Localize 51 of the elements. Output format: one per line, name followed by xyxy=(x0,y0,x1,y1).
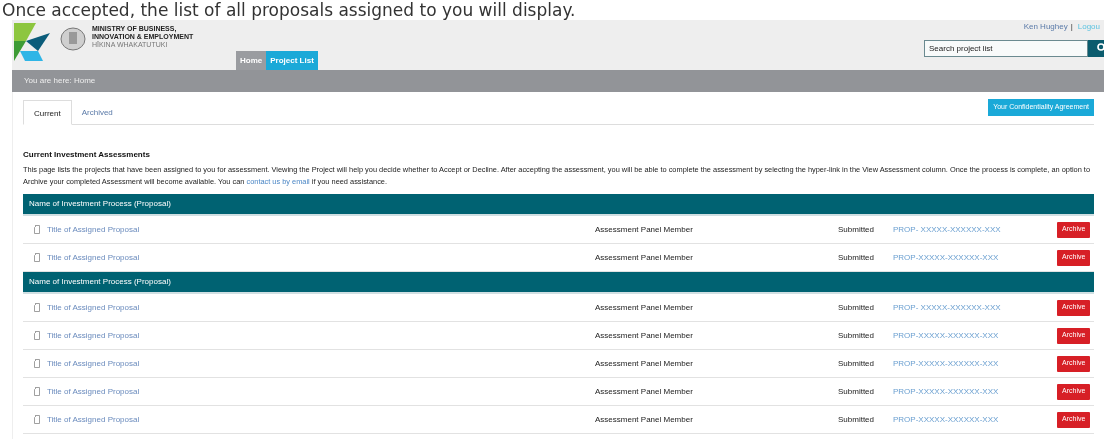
group-header: Name of Investment Process (Proposal) xyxy=(23,272,1094,294)
content-tab[interactable]: Archived xyxy=(71,100,123,125)
proposal-link[interactable]: Title of Assigned Proposal xyxy=(23,357,595,370)
document-icon xyxy=(33,303,41,312)
breadcrumb-bar: You are here: Home xyxy=(12,70,1104,92)
document-icon xyxy=(33,359,41,368)
search-button[interactable] xyxy=(1088,40,1104,57)
role-text: Assessment Panel Member xyxy=(595,385,694,398)
document-icon xyxy=(33,253,41,262)
role-text: Assessment Panel Member xyxy=(595,413,694,426)
role-text: Assessment Panel Member xyxy=(595,357,694,370)
document-icon xyxy=(33,225,41,234)
proposal-link[interactable]: Title of Assigned Proposal xyxy=(23,413,595,426)
nav-tab[interactable]: Home xyxy=(236,51,267,71)
reference-link[interactable]: PROP-XXXXX-XXXXXX-XXX xyxy=(893,329,1057,342)
reference-link[interactable]: PROP-XXXXX-XXXXXX-XXX xyxy=(893,251,1057,264)
content-tab[interactable]: Current xyxy=(23,100,72,125)
document-icon xyxy=(33,387,41,396)
search-icon xyxy=(1095,43,1104,53)
logo-icon xyxy=(14,23,52,61)
separator-text: | xyxy=(1070,21,1073,33)
proposal-link[interactable]: Title of Assigned Proposal xyxy=(23,301,595,314)
section-title: Current Investment Assessments xyxy=(23,149,151,161)
role-text: Assessment Panel Member xyxy=(595,301,694,314)
proposal-link[interactable]: Title of Assigned Proposal xyxy=(23,385,595,398)
status-text: Submitted xyxy=(838,357,876,370)
status-text: Submitted xyxy=(838,301,876,314)
status-text: Submitted xyxy=(838,223,876,236)
status-text: Submitted xyxy=(838,413,876,426)
reference-link[interactable]: PROP-XXXXX-XXXXXX-XXX xyxy=(893,385,1057,398)
caption-text: Once accepted, the list of all proposals assigned to you will display. xyxy=(1,0,577,20)
document-icon xyxy=(33,415,41,424)
proposal-link[interactable]: Title of Assigned Proposal xyxy=(23,223,595,236)
role-text: Assessment Panel Member xyxy=(595,251,694,264)
status-text: Submitted xyxy=(838,329,876,342)
nav-tab[interactable]: Project List xyxy=(266,51,318,71)
role-text: Assessment Panel Member xyxy=(595,329,694,342)
status-text: Submitted xyxy=(838,385,876,398)
group-header: Name of Investment Process (Proposal) xyxy=(23,194,1094,216)
search-field[interactable]: Search project list xyxy=(924,40,1088,57)
document-icon xyxy=(33,331,41,340)
status-text: Submitted xyxy=(838,251,876,264)
role-text: Assessment Panel Member xyxy=(595,223,694,236)
reference-link[interactable]: PROP-XXXXX-XXXXXX-XXX xyxy=(893,357,1057,370)
user-link[interactable]: Ken Hughey xyxy=(1023,21,1068,33)
proposal-link[interactable]: Title of Assigned Proposal xyxy=(23,329,595,342)
proposal-link[interactable]: Title of Assigned Proposal xyxy=(23,251,595,264)
reference-link[interactable]: PROP-XXXXX-XXXXXX-XXX xyxy=(893,413,1057,426)
reference-link[interactable]: PROP- XXXXX-XXXXXX-XXX xyxy=(893,223,1057,236)
reference-link[interactable]: PROP- XXXXX-XXXXXX-XXX xyxy=(893,301,1057,314)
crest-icon xyxy=(58,26,88,52)
